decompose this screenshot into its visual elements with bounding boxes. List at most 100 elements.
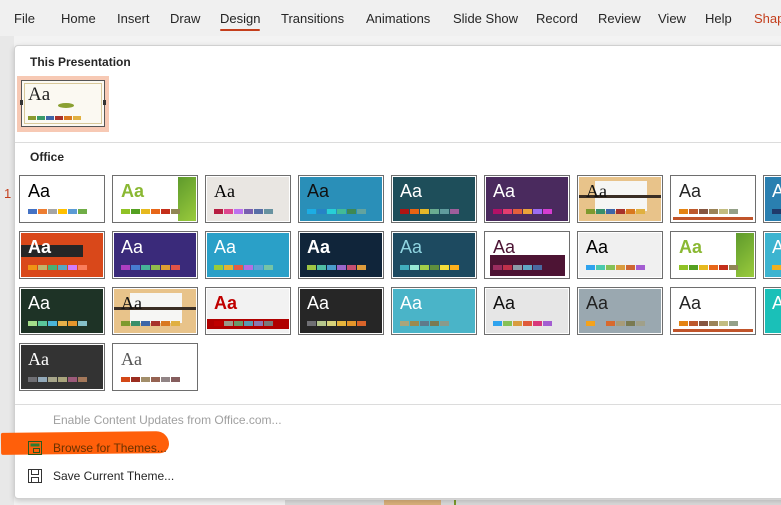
color-swatches: [28, 116, 81, 120]
color-swatch: [626, 321, 635, 326]
theme-preview: Aa: [114, 289, 196, 333]
theme-thumbnail[interactable]: Aa: [205, 287, 291, 335]
status-bar-marker: [454, 500, 456, 505]
facet-decoration: [178, 177, 196, 221]
tab-file[interactable]: File: [14, 11, 35, 26]
tab-insert[interactable]: Insert: [117, 11, 150, 26]
theme-thumbnail[interactable]: Aa: [19, 343, 105, 391]
color-swatch: [68, 321, 77, 326]
tab-shape-format[interactable]: Shap: [754, 11, 781, 26]
theme-preview: Aa: [393, 233, 475, 277]
theme-thumbnail[interactable]: Aa: [205, 231, 291, 279]
theme-sample-text: Aa: [214, 237, 237, 257]
color-swatch: [58, 265, 67, 270]
color-swatches: [679, 265, 738, 270]
color-swatch: [121, 377, 130, 382]
color-swatch: [307, 265, 316, 270]
theme-thumbnail[interactable]: Aa: [484, 287, 570, 335]
theme-sample-text: Aa: [586, 293, 609, 313]
color-swatches: [586, 265, 645, 270]
save-current-theme-item[interactable]: Save Current Theme...: [15, 464, 415, 488]
color-swatch: [440, 209, 449, 214]
tab-help[interactable]: Help: [705, 11, 732, 26]
color-swatches: [214, 265, 273, 270]
color-swatch: [347, 265, 356, 270]
theme-thumbnail[interactable]: Aa: [484, 231, 570, 279]
tab-review[interactable]: Review: [598, 11, 641, 26]
theme-preview: Aa: [486, 289, 568, 333]
theme-sample-text: Aa: [28, 293, 51, 313]
theme-thumbnail[interactable]: Aa: [112, 175, 198, 223]
color-swatches: [679, 321, 738, 326]
theme-thumbnail[interactable]: Aa: [577, 231, 663, 279]
theme-thumbnail[interactable]: Aa: [298, 175, 384, 223]
theme-thumbnail[interactable]: Aa: [670, 287, 756, 335]
theme-thumbnail[interactable]: A: [763, 175, 781, 223]
theme-thumbnail[interactable]: Aa: [112, 287, 198, 335]
theme-sample-text: Aa: [28, 84, 51, 105]
tab-design[interactable]: Design: [220, 11, 261, 31]
theme-thumbnail[interactable]: A: [763, 287, 781, 335]
color-swatch: [689, 321, 698, 326]
color-swatch: [121, 265, 130, 270]
color-swatch: [224, 209, 233, 214]
color-swatch: [347, 209, 356, 214]
browse-for-themes-item[interactable]: Browse for Themes...: [15, 436, 415, 460]
color-swatch: [586, 321, 595, 326]
color-swatch: [772, 209, 781, 214]
theme-thumbnail[interactable]: Aa: [19, 231, 105, 279]
theme-thumbnail[interactable]: Aa: [391, 287, 477, 335]
theme-thumbnail[interactable]: Aa: [298, 287, 384, 335]
theme-thumbnail[interactable]: A: [763, 231, 781, 279]
theme-preview: Aa: [207, 177, 289, 221]
theme-thumbnail[interactable]: Aa: [19, 175, 105, 223]
tab-animations[interactable]: Animations: [366, 11, 430, 26]
theme-sample-text: Aa: [400, 181, 423, 201]
enable-content-updates-item[interactable]: Enable Content Updates from Office.com..…: [15, 408, 415, 432]
color-swatch: [327, 265, 336, 270]
color-swatch: [48, 321, 57, 326]
tab-home[interactable]: Home: [61, 11, 96, 26]
tab-view[interactable]: View: [658, 11, 686, 26]
theme-preview: Aa: [114, 233, 196, 277]
color-swatch: [151, 377, 160, 382]
theme-preview: Aa: [579, 233, 661, 277]
color-swatch: [244, 265, 253, 270]
color-swatch: [131, 377, 140, 382]
theme-sample-text: Aa: [307, 293, 330, 313]
theme-thumbnail[interactable]: Aa: [205, 175, 291, 223]
theme-thumbnail[interactable]: Aa: [298, 231, 384, 279]
theme-thumbnail[interactable]: Aa: [391, 231, 477, 279]
theme-preview: Aa: [21, 345, 103, 389]
tab-slide-show[interactable]: Slide Show: [453, 11, 518, 26]
theme-thumbnail[interactable]: Aa: [577, 175, 663, 223]
theme-thumbnail[interactable]: Aa: [112, 343, 198, 391]
tab-draw[interactable]: Draw: [170, 11, 200, 26]
color-swatch: [28, 377, 37, 382]
theme-thumbnail[interactable]: Aa: [19, 287, 105, 335]
color-swatch: [58, 321, 67, 326]
current-theme-selected[interactable]: Aa: [17, 76, 109, 132]
current-theme-thumbnail[interactable]: Aa: [20, 80, 106, 127]
color-swatch: [141, 209, 150, 214]
theme-preview: Aa: [207, 233, 289, 277]
color-swatch: [679, 209, 688, 214]
theme-thumbnail[interactable]: Aa: [112, 231, 198, 279]
theme-thumbnail[interactable]: Aa: [484, 175, 570, 223]
color-swatch: [679, 321, 688, 326]
color-swatches: [679, 209, 738, 214]
color-swatch: [234, 209, 243, 214]
theme-thumbnail[interactable]: Aa: [577, 287, 663, 335]
color-swatch: [121, 321, 130, 326]
theme-thumbnail[interactable]: Aa: [670, 175, 756, 223]
color-swatch: [606, 321, 615, 326]
theme-thumbnail[interactable]: Aa: [670, 231, 756, 279]
color-swatch: [28, 321, 37, 326]
tab-record[interactable]: Record: [536, 11, 578, 26]
theme-preview: Aa: [393, 289, 475, 333]
color-swatch: [78, 209, 87, 214]
tab-transitions[interactable]: Transitions: [281, 11, 344, 26]
color-swatch: [719, 265, 728, 270]
theme-thumbnail[interactable]: Aa: [391, 175, 477, 223]
color-swatch: [357, 209, 366, 214]
